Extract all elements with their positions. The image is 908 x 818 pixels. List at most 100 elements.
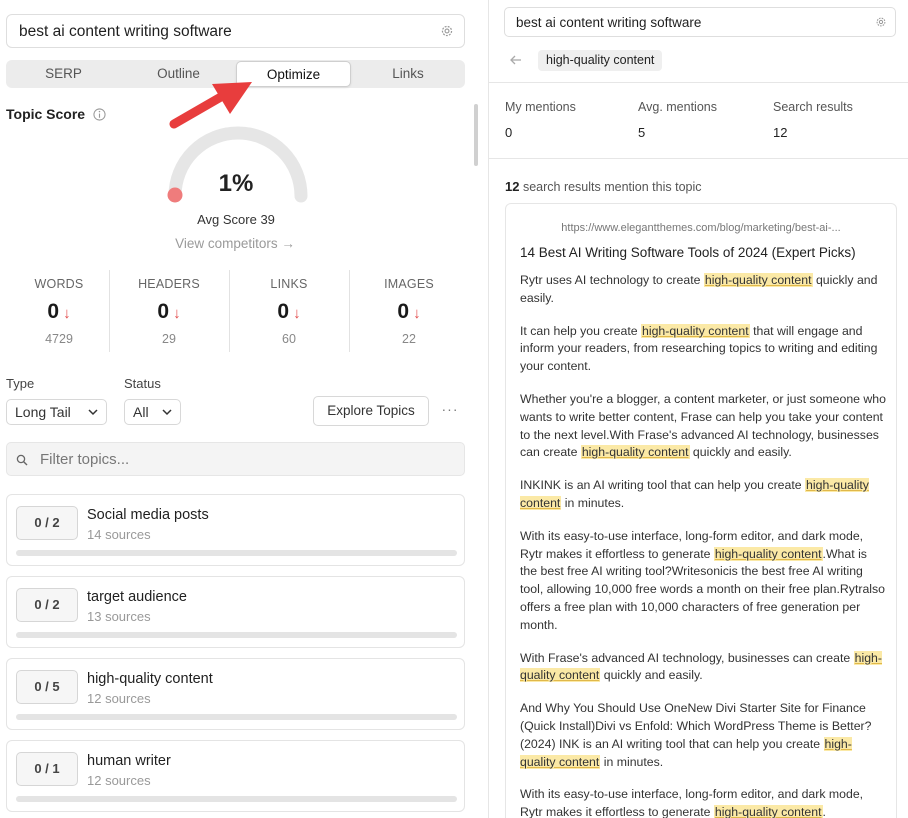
back-arrow-icon[interactable]	[509, 53, 523, 67]
topic-name: target audience	[87, 589, 187, 605]
stat-value: 0	[157, 300, 170, 323]
snippet: With its easy-to-use interface, long-for…	[520, 528, 886, 632]
query-input[interactable]: best ai content writing software	[6, 14, 465, 48]
stat-value: 0	[47, 300, 60, 323]
gear-icon[interactable]	[440, 24, 454, 38]
metric-label: Avg. mentions	[638, 100, 717, 114]
topic-progress-bar	[16, 632, 457, 638]
topic-count: 0 / 2	[16, 588, 78, 622]
topic-sources[interactable]: 12 sources	[87, 691, 151, 706]
topic-card[interactable]: 0 / 5 high-quality content 12 sources	[6, 658, 465, 730]
search-icon	[16, 454, 28, 466]
topic-card[interactable]: 0 / 2 target audience 13 sources	[6, 576, 465, 648]
chevron-down-icon	[88, 409, 98, 416]
query-text: best ai content writing software	[516, 15, 702, 30]
status-select-value: All	[133, 404, 149, 420]
topic-sources[interactable]: 14 sources	[87, 527, 151, 542]
stat-headers: HEADERS 0 ↓ 29	[110, 270, 228, 352]
mention-text: search results mention this topic	[522, 180, 702, 194]
result-url[interactable]: https://www.elegantthemes.com/blog/marke…	[506, 222, 896, 234]
filter-placeholder: Filter topics...	[40, 451, 130, 468]
topic-progress-bar	[16, 796, 457, 802]
stat-links: LINKS 0 ↓ 60	[230, 270, 348, 352]
divider	[489, 158, 908, 159]
arrow-down-icon: ↓	[63, 305, 71, 322]
stat-target: 29	[162, 332, 176, 346]
topic-score-title: Topic Score	[6, 106, 86, 122]
explore-topics-button[interactable]: Explore Topics	[313, 396, 429, 426]
snippet: With its easy-to-use interface, long-for…	[520, 787, 864, 818]
topic-card[interactable]: 0 / 1 human writer 12 sources	[6, 740, 465, 812]
metric-value: 0	[505, 125, 513, 140]
query-text: best ai content writing software	[19, 23, 232, 40]
metric-label: Search results	[773, 100, 853, 114]
topic-highlight: high-quality content	[641, 323, 750, 338]
stat-value: 0	[397, 300, 410, 323]
snippet: With Frase's advanced AI technology, bus…	[520, 650, 882, 683]
scrollbar[interactable]	[474, 104, 478, 166]
tab-links[interactable]: Links	[351, 60, 465, 88]
filter-topics-input[interactable]: Filter topics...	[6, 442, 465, 476]
snippet: And Why You Should Use OneNew Divi Start…	[520, 701, 872, 769]
topic-count: 0 / 1	[16, 752, 78, 786]
stat-label: HEADERS	[138, 277, 200, 291]
divider	[489, 82, 908, 83]
stat-target: 22	[402, 332, 416, 346]
topic-highlight: high-quality content	[580, 445, 690, 460]
snippet: Rytr uses AI technology to create high-q…	[520, 273, 878, 305]
topic-highlight: high-quality content	[713, 805, 823, 818]
metric-label: My mentions	[505, 100, 576, 114]
metric-avg-mentions: Avg. mentions 5	[638, 100, 717, 140]
optimize-panel: best ai content writing software SERP Ou…	[0, 0, 488, 818]
topic-highlight: high-quality content	[520, 478, 869, 510]
result-snippets: Rytr uses AI technology to create high-q…	[520, 272, 886, 818]
topic-progress-bar	[16, 550, 457, 556]
arrow-down-icon: ↓	[293, 305, 301, 322]
topic-progress-bar	[16, 714, 457, 720]
score-value: 1%	[218, 170, 254, 197]
topic-highlight: high-quality content	[520, 650, 882, 683]
topic-name: high-quality content	[87, 671, 213, 687]
snippet: Whether you're a blogger, a content mark…	[520, 391, 886, 460]
stat-images: IMAGES 0 ↓ 22	[350, 270, 468, 352]
stat-label: LINKS	[270, 277, 308, 291]
gear-icon[interactable]	[875, 16, 887, 28]
stat-label: WORDS	[34, 277, 84, 291]
result-title[interactable]: 14 Best AI Writing Software Tools of 202…	[520, 245, 856, 260]
topic-detail-panel: best ai content writing software high-qu…	[488, 0, 908, 818]
info-icon[interactable]	[93, 108, 106, 121]
topic-sources[interactable]: 12 sources	[87, 773, 151, 788]
stat-label: IMAGES	[384, 277, 434, 291]
topic-name: Social media posts	[87, 507, 209, 523]
stat-target: 4729	[45, 332, 73, 346]
snippet: INKINK is an AI writing tool that can he…	[520, 478, 869, 510]
query-input[interactable]: best ai content writing software	[504, 7, 896, 37]
topic-sources[interactable]: 13 sources	[87, 609, 151, 624]
status-select[interactable]: All	[124, 399, 181, 425]
search-result-card: https://www.elegantthemes.com/blog/marke…	[505, 203, 897, 818]
view-competitors-link[interactable]: View competitors →	[150, 236, 320, 251]
tab-serp[interactable]: SERP	[6, 60, 121, 88]
metric-my-mentions: My mentions 0	[505, 100, 576, 140]
content-stats: WORDS 0 ↓ 4729 HEADERS 0 ↓ 29 LINKS 0 ↓ 60 …	[0, 270, 470, 352]
arrow-down-icon: ↓	[413, 305, 421, 322]
topic-highlight: high-quality content	[520, 736, 852, 769]
chevron-down-icon	[162, 409, 172, 416]
topic-card[interactable]: 0 / 2 Social media posts 14 sources	[6, 494, 465, 566]
stat-value: 0	[277, 300, 290, 323]
arrow-down-icon: ↓	[173, 305, 181, 322]
topic-count: 0 / 2	[16, 506, 78, 540]
snippet: It can help you create high-quality cont…	[520, 323, 878, 374]
more-options-button[interactable]: ···	[441, 398, 459, 422]
topic-highlight: high-quality content	[703, 273, 813, 287]
metric-value: 12	[773, 125, 788, 140]
avg-score: Avg Score 39	[197, 212, 275, 227]
metric-search-results: Search results 12	[773, 100, 853, 140]
topic-highlight: high-quality content	[713, 546, 823, 561]
topic-chip: high-quality content	[538, 50, 663, 71]
type-select[interactable]: Long Tail	[6, 399, 107, 425]
mention-summary: 12 search results mention this topic	[505, 179, 702, 194]
stat-words: WORDS 0 ↓ 4729	[0, 270, 118, 352]
metric-value: 5	[638, 125, 646, 140]
topic-count: 0 / 5	[16, 670, 78, 704]
